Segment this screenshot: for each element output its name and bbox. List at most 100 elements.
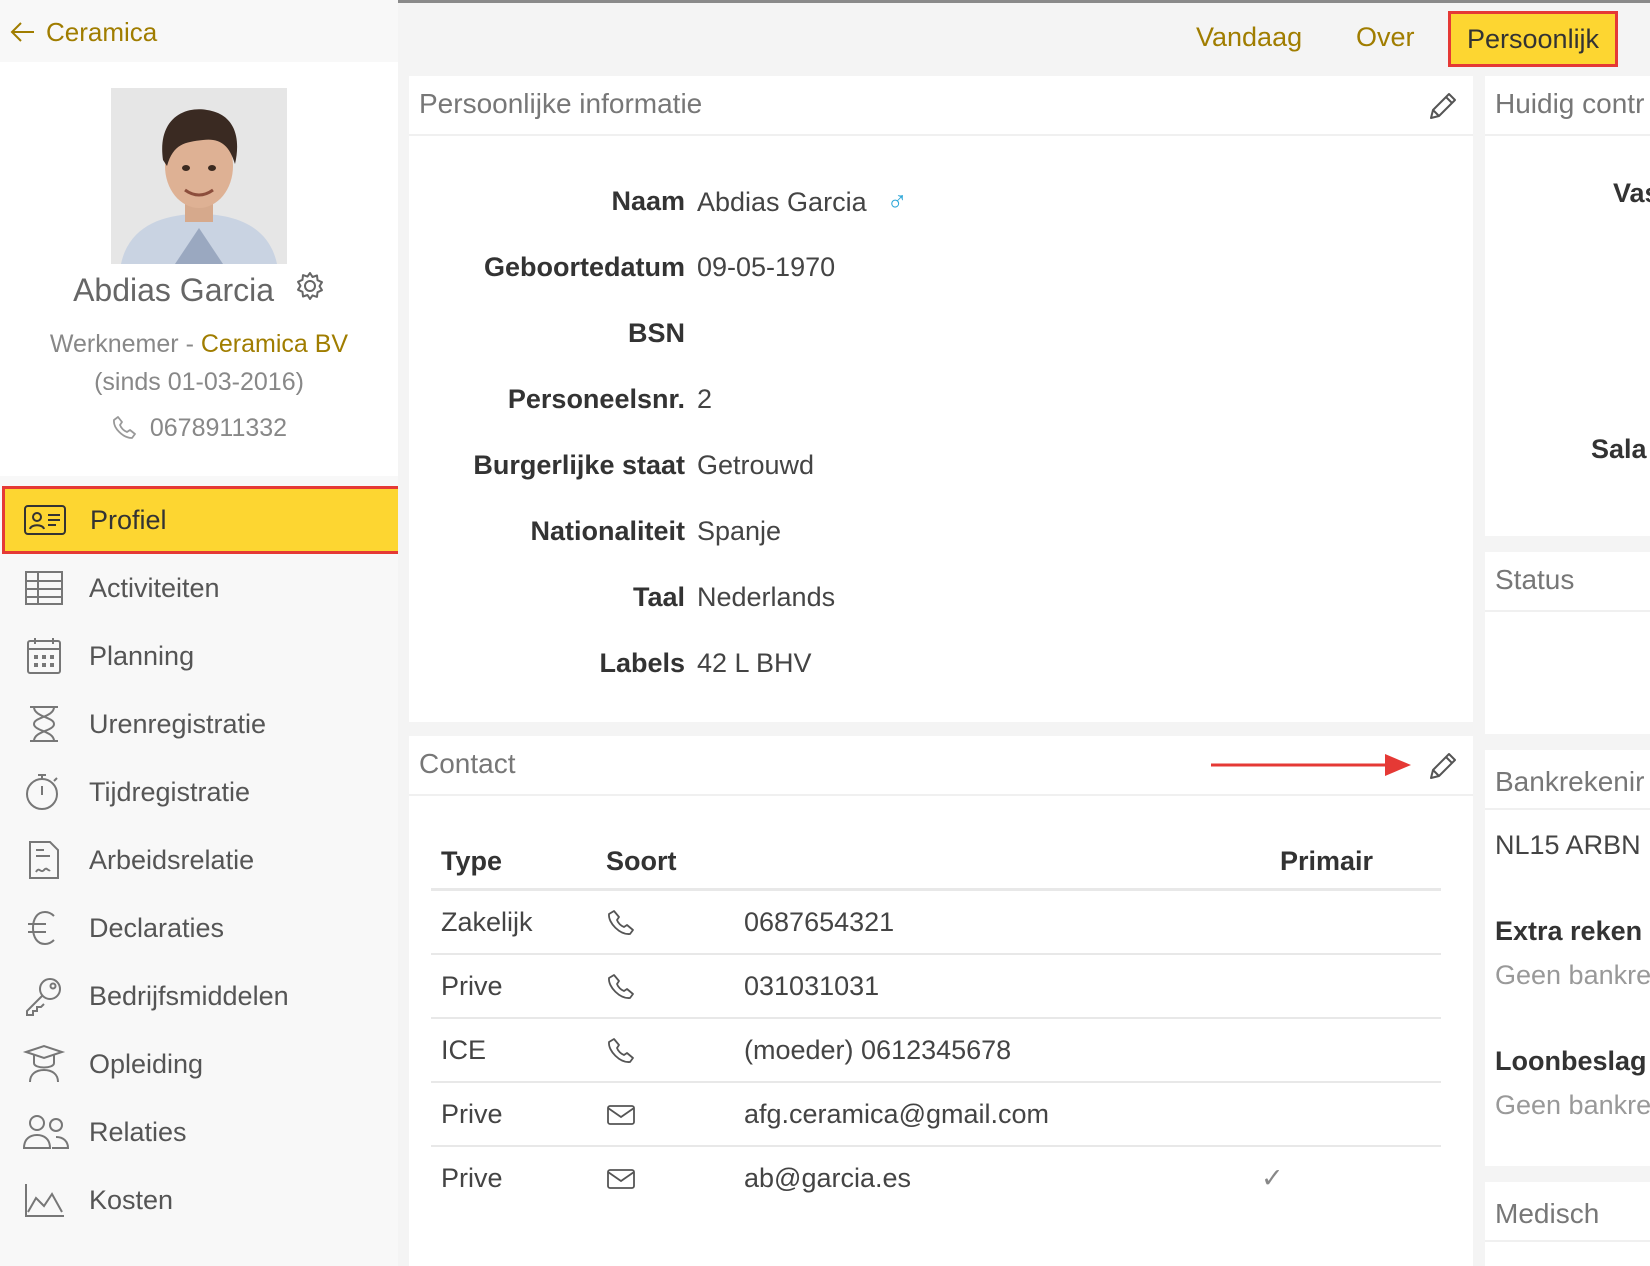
info-label: Personeelsnr. [507, 384, 685, 414]
header-soort: Soort [606, 846, 677, 876]
contract-icon [22, 840, 66, 880]
table-row[interactable]: Zakelijk 0687654321 [431, 891, 1441, 955]
info-value: Spanje [697, 516, 782, 546]
top-navigation: Vandaag Over Persoonlijk [398, 0, 1650, 72]
phone-icon [113, 416, 136, 440]
nav-label: Bedrijfsmiddelen [89, 980, 289, 1011]
contact-value: ab@garcia.es [744, 1163, 911, 1193]
medical-card: Medisch [1485, 1182, 1650, 1266]
contact-header: Contact [409, 736, 1473, 796]
primary-check-icon: ✓ [1261, 1163, 1284, 1193]
key-icon [22, 976, 66, 1016]
info-value: Getrouwd [697, 450, 815, 480]
status-header: Status [1485, 552, 1650, 612]
tab-over[interactable]: Over [1356, 22, 1415, 53]
role: Werknemer [49, 330, 179, 358]
personal-info-title: Persoonlijke informatie [419, 88, 703, 119]
back-link-label: Ceramica [46, 16, 158, 47]
info-value: 42 L BHV [697, 648, 812, 678]
extra-accounts-value: Geen bankre [1495, 960, 1650, 990]
employee-name: Abdias Garcia [73, 272, 275, 308]
info-row-burgerlijke-staat: Burgerlijke staat Getrouwd [409, 450, 1459, 490]
current-contract-card: Huidig contr Vas Sala [1485, 76, 1650, 536]
info-row-labels: Labels 42 L BHV [409, 648, 1459, 688]
euro-icon [22, 908, 66, 948]
table-row[interactable]: Prive ab@garcia.es ✓ [431, 1147, 1441, 1209]
contract-title: Huidig contr [1495, 88, 1645, 119]
nav-label: Planning [89, 640, 195, 671]
envelope-icon [606, 1163, 636, 1200]
sidebar-nav: Profiel Activiteiten Planning Urenregist… [0, 486, 398, 1234]
area-chart-icon [22, 1180, 66, 1220]
status-title: Status [1495, 564, 1575, 595]
profile-card: Abdias Garcia Werknemer - Ceramica BV (s… [0, 62, 398, 476]
nav-item-activiteiten[interactable]: Activiteiten [0, 554, 398, 622]
extra-accounts-title: Extra reken [1495, 916, 1643, 946]
nav-item-tijdregistratie[interactable]: Tijdregistratie [0, 758, 398, 826]
contact-value: (moeder) 0612345678 [744, 1035, 1012, 1065]
nav-label: Declaraties [89, 912, 225, 943]
nav-label: Relaties [89, 1116, 187, 1147]
nav-item-declaraties[interactable]: Declaraties [0, 894, 398, 962]
calendar-icon [22, 636, 66, 676]
annotation-arrow-icon [1211, 754, 1411, 776]
header-primair: Primair [1280, 846, 1374, 876]
personal-info-card: Persoonlijke informatie Naam Abdias Garc… [409, 76, 1473, 722]
arrow-left-icon [10, 22, 34, 42]
nav-item-bedrijfsmiddelen[interactable]: Bedrijfsmiddelen [0, 962, 398, 1030]
back-link[interactable]: Ceramica [10, 14, 157, 50]
contact-type: Prive [441, 1163, 503, 1193]
employment-since: (sinds 01-03-2016) [94, 368, 304, 396]
tab-persoonlijk[interactable]: Persoonlijk [1448, 11, 1619, 67]
info-value: 2 [697, 384, 713, 414]
table-row[interactable]: Prive 031031031 [431, 955, 1441, 1019]
info-label: BSN [627, 318, 685, 348]
nav-item-opleiding[interactable]: Opleiding [0, 1030, 398, 1098]
phone-line: 0678911332 [0, 414, 398, 443]
status-card: Status [1485, 552, 1650, 734]
nav-label: Arbeidsrelatie [89, 844, 255, 875]
loonbeslag-value: Geen bankre [1495, 1090, 1650, 1120]
hourglass-icon [22, 704, 66, 744]
contract-label-vast: Vas [1613, 178, 1650, 208]
pencil-icon[interactable] [1425, 750, 1459, 789]
table-row[interactable]: ICE (moeder) 0612345678 [431, 1019, 1441, 1083]
medical-title: Medisch [1495, 1198, 1600, 1229]
nav-label: Activiteiten [89, 572, 220, 603]
contact-table-header: Type Soort Primair [431, 840, 1441, 891]
nav-label: Tijdregistratie [89, 776, 251, 807]
nav-item-kosten[interactable]: Kosten [0, 1166, 398, 1234]
bank-title: Bankrekenir [1495, 766, 1645, 797]
sidebar: Ceramica Abdias Garcia Werknemer - Ceram… [0, 0, 398, 1266]
employee-name-row: Abdias Garcia [0, 271, 398, 309]
info-row-nationaliteit: Nationaliteit Spanje [409, 516, 1459, 556]
pencil-icon[interactable] [1425, 90, 1459, 129]
nav-item-arbeidsrelatie[interactable]: Arbeidsrelatie [0, 826, 398, 894]
bank-card: Bankrekenir NL15 ARBN Extra reken Geen b… [1485, 750, 1650, 1166]
phone-icon [606, 1035, 636, 1072]
info-row-geboortedatum: Geboortedatum 09-05-1970 [409, 252, 1459, 292]
nav-item-planning[interactable]: Planning [0, 622, 398, 690]
nav-label: Urenregistratie [89, 708, 267, 739]
contract-header: Huidig contr [1485, 76, 1650, 136]
nav-item-profiel[interactable]: Profiel [2, 486, 398, 554]
male-icon: ♂ [886, 186, 908, 217]
info-row-bsn: BSN [409, 318, 1459, 358]
info-row-taal: Taal Nederlands [409, 582, 1459, 622]
table-row[interactable]: Prive afg.ceramica@gmail.com [431, 1083, 1441, 1147]
nav-item-relaties[interactable]: Relaties [0, 1098, 398, 1166]
nav-item-urenregistratie[interactable]: Urenregistratie [0, 690, 398, 758]
medical-header: Medisch [1485, 1182, 1650, 1242]
company-link[interactable]: Ceramica BV [201, 330, 348, 358]
info-label: Naam [611, 186, 685, 216]
info-label: Geboortedatum [483, 252, 685, 282]
nav-label: Opleiding [89, 1048, 204, 1079]
id-card-icon [23, 500, 67, 540]
tab-vandaag[interactable]: Vandaag [1196, 22, 1302, 53]
gear-icon[interactable] [295, 271, 325, 309]
people-icon [22, 1112, 70, 1152]
role-separator: - [178, 330, 201, 358]
info-label: Burgerlijke staat [473, 450, 685, 480]
loonbeslag-title: Loonbeslag [1495, 1046, 1647, 1076]
graduate-icon [22, 1044, 66, 1084]
